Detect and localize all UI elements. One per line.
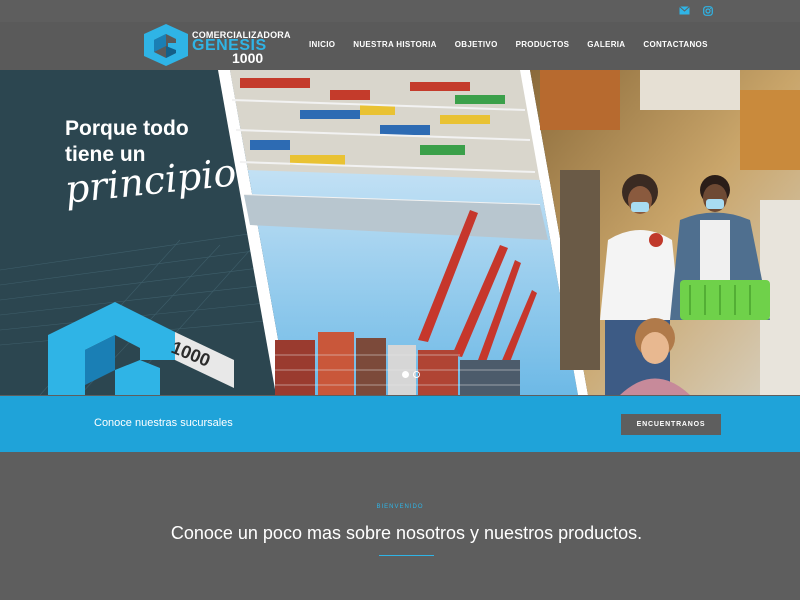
instagram-icon[interactable]	[703, 6, 714, 16]
email-icon[interactable]	[679, 6, 690, 16]
about-section: BIENVENIDO Conoce un poco mas sobre noso…	[0, 452, 800, 600]
brand-logo[interactable]: COMERCIALIZADORA GENESIS 1000	[140, 24, 291, 66]
heading-divider	[379, 555, 434, 556]
main-nav: INICIO NUESTRA HISTORIA OBJETIVO PRODUCT…	[300, 40, 717, 49]
nav-item-productos[interactable]: PRODUCTOS	[516, 40, 570, 49]
slider-dot-1[interactable]	[402, 371, 409, 378]
welcome-kicker: BIENVENIDO	[376, 504, 424, 510]
logo-line3: 1000	[232, 50, 264, 66]
hero-line1: Porque todo	[65, 117, 189, 140]
nav-item-nuestra-historia[interactable]: NUESTRA HISTORIA	[353, 40, 436, 49]
shopping-basket	[680, 280, 770, 320]
find-us-button[interactable]: ENCUENTRANOS	[621, 414, 721, 435]
slider-dots	[402, 371, 420, 378]
nav-item-contactanos[interactable]: CONTACTANOS	[643, 40, 707, 49]
nav-item-galeria[interactable]: GALERIA	[587, 40, 625, 49]
branches-band: Conoce nuestras sucursales ENCUENTRANOS	[0, 396, 800, 452]
about-heading: Conoce un poco mas sobre nosotros y nues…	[170, 523, 643, 543]
slider-dot-2[interactable]	[413, 371, 420, 378]
hero-headline: Porque todo tiene un principio	[63, 116, 239, 212]
hero-banner: 1000 Porque todo tiene un principio	[0, 70, 800, 395]
logo-mark-icon	[144, 24, 188, 66]
top-bar	[0, 0, 800, 22]
nav-item-inicio[interactable]: INICIO	[309, 40, 335, 49]
site-header: COMERCIALIZADORA GENESIS 1000 INICIO NUE…	[0, 22, 800, 70]
shelves	[230, 70, 548, 240]
branches-text: Conoce nuestras sucursales	[94, 417, 233, 429]
nav-item-objetivo[interactable]: OBJETIVO	[455, 40, 498, 49]
